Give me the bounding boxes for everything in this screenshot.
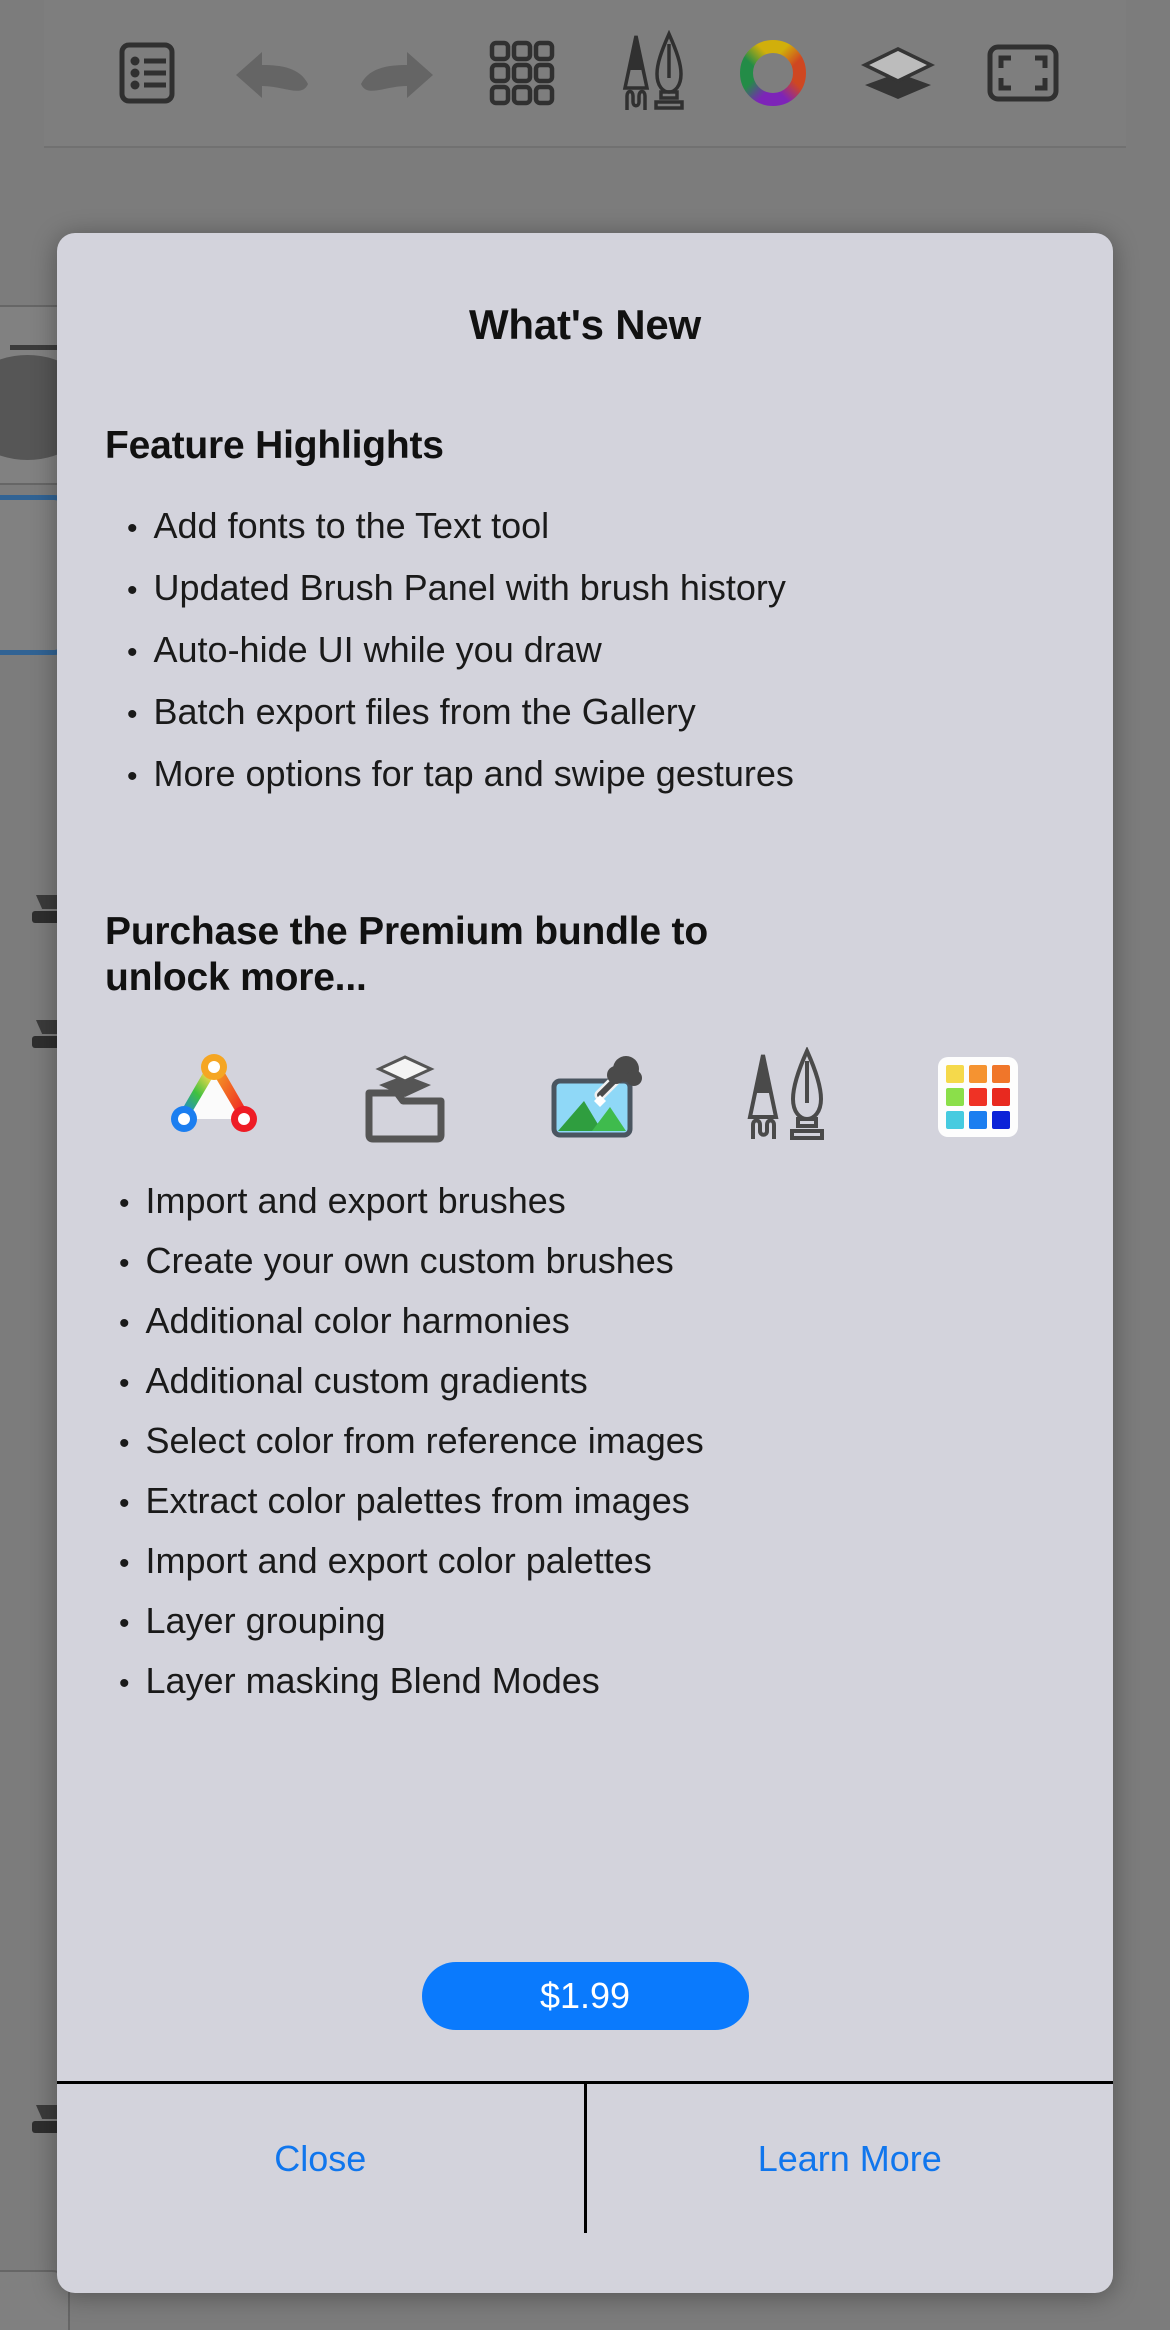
bullet-glyph: •: [127, 760, 138, 794]
list-item: • Layer masking Blend Modes: [119, 1651, 1065, 1711]
bullet-glyph: •: [127, 636, 138, 670]
feature-highlights-heading: Feature Highlights: [105, 424, 444, 467]
bullet-glyph: •: [119, 1247, 130, 1281]
list-item: • Auto-hide UI while you draw: [127, 619, 1065, 681]
import-export-layers-icon: [346, 1041, 464, 1153]
list-item: • Batch export files from the Gallery: [127, 681, 1065, 743]
dialog-scroll-area[interactable]: What's New Feature Highlights • Add font…: [57, 233, 1113, 1910]
list-item: • Additional color harmonies: [119, 1291, 1065, 1351]
color-harmony-icon: [155, 1041, 273, 1153]
list-item-label: Add fonts to the Text tool: [153, 505, 550, 547]
bullet-glyph: •: [119, 1547, 130, 1581]
premium-icon-row: [155, 1041, 1037, 1153]
screen: What's New Feature Highlights • Add font…: [0, 0, 1170, 2330]
list-item-label: Layer grouping: [145, 1600, 386, 1642]
list-item-label: Additional color harmonies: [145, 1300, 570, 1342]
list-item: • Layer grouping: [119, 1591, 1065, 1651]
bullet-glyph: •: [119, 1427, 130, 1461]
list-item-label: Create your own custom brushes: [145, 1240, 674, 1282]
palette-swatch: [969, 1111, 987, 1130]
list-item: • Import and export color palettes: [119, 1531, 1065, 1591]
list-item-label: More options for tap and swipe gestures: [153, 753, 794, 795]
eyedropper-image-icon: [537, 1041, 655, 1153]
learn-more-button[interactable]: Learn More: [587, 2084, 1114, 2233]
dialog-footer: Close Learn More: [57, 2081, 1113, 2233]
palette-swatch: [969, 1088, 987, 1107]
bullet-glyph: •: [119, 1307, 130, 1341]
bullet-glyph: •: [127, 512, 138, 546]
bullet-glyph: •: [119, 1367, 130, 1401]
list-item-label: Auto-hide UI while you draw: [153, 629, 602, 671]
bullet-glyph: •: [127, 574, 138, 608]
custom-brushes-icon: [728, 1041, 846, 1153]
list-item-label: Additional custom gradients: [145, 1360, 588, 1402]
list-item-label: Extract color palettes from images: [145, 1480, 690, 1522]
palette-swatch: [946, 1065, 964, 1084]
palette-swatch: [992, 1088, 1010, 1107]
list-item-label: Updated Brush Panel with brush history: [153, 567, 786, 609]
premium-heading: Purchase the Premium bundle to unlock mo…: [105, 910, 708, 1000]
bullet-glyph: •: [119, 1607, 130, 1641]
bullet-glyph: •: [119, 1187, 130, 1221]
list-item-label: Import and export brushes: [145, 1180, 566, 1222]
list-item: • Import and export brushes: [119, 1171, 1065, 1231]
close-button[interactable]: Close: [57, 2084, 584, 2233]
color-palette-grid-icon: [919, 1041, 1037, 1153]
palette-swatch: [992, 1065, 1010, 1084]
palette-swatch: [946, 1111, 964, 1130]
palette-swatch: [992, 1111, 1010, 1130]
whats-new-dialog: What's New Feature Highlights • Add font…: [57, 233, 1113, 2293]
list-item: • Additional custom gradients: [119, 1351, 1065, 1411]
purchase-price-button[interactable]: $1.99: [421, 1961, 749, 2030]
list-item-label: Layer masking Blend Modes: [145, 1660, 600, 1702]
feature-highlights-list: • Add fonts to the Text tool • Updated B…: [127, 495, 1065, 805]
list-item: • Updated Brush Panel with brush history: [127, 557, 1065, 619]
list-item-label: Import and export color palettes: [145, 1540, 652, 1582]
list-item-label: Select color from reference images: [145, 1420, 704, 1462]
price-area: $1.99: [57, 1910, 1113, 2081]
bullet-glyph: •: [119, 1667, 130, 1701]
list-item: • More options for tap and swipe gesture…: [127, 743, 1065, 805]
palette-swatch: [969, 1065, 987, 1084]
list-item: • Select color from reference images: [119, 1411, 1065, 1471]
premium-feature-list: • Import and export brushes • Create you…: [119, 1171, 1065, 1711]
list-item: • Extract color palettes from images: [119, 1471, 1065, 1531]
palette-swatch: [946, 1088, 964, 1107]
list-item: • Create your own custom brushes: [119, 1231, 1065, 1291]
list-item-label: Batch export files from the Gallery: [153, 691, 696, 733]
bullet-glyph: •: [119, 1487, 130, 1521]
list-item: • Add fonts to the Text tool: [127, 495, 1065, 557]
bullet-glyph: •: [127, 698, 138, 732]
dialog-title: What's New: [468, 301, 701, 348]
